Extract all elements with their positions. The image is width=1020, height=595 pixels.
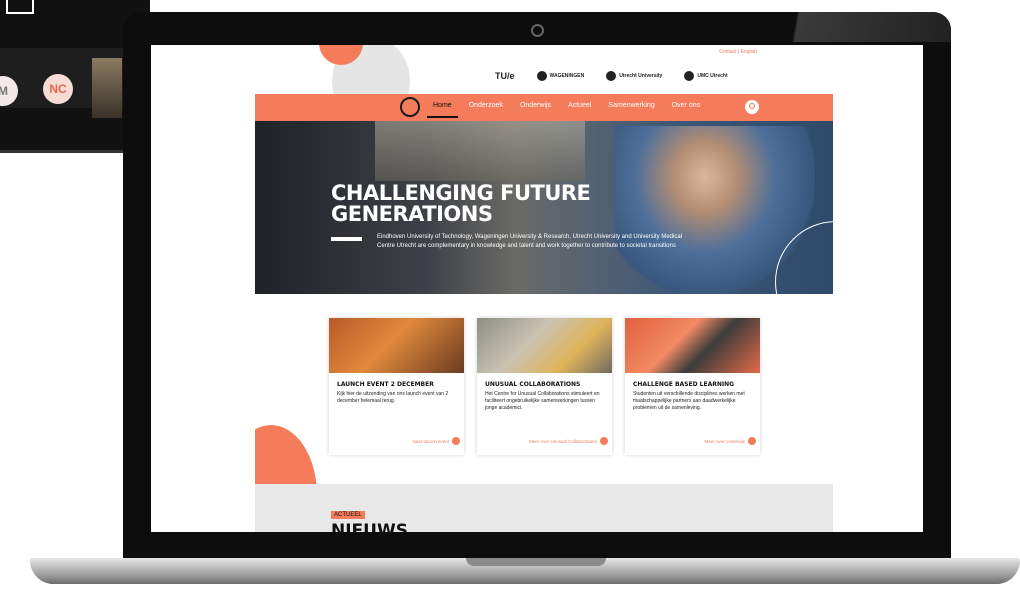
- card-title: LAUNCH EVENT 2 DECEMBER: [337, 381, 434, 388]
- site-logo-icon[interactable]: [400, 97, 420, 117]
- card-title: UNUSUAL COLLABORATIONS: [485, 381, 581, 388]
- card-link[interactable]: Meer over Unusual Collaborations: [529, 437, 608, 445]
- participant-video-thumbnail: [92, 58, 122, 118]
- card-text: Het Centre for Unusual Collaborations st…: [485, 391, 600, 411]
- utrecht-logo[interactable]: Utrecht University: [606, 71, 662, 81]
- nav-item-over-ons[interactable]: Over ons: [672, 102, 700, 109]
- partner-logos: TU/e WAGENINGEN Utrecht University UMC U…: [495, 71, 728, 81]
- laptop-hinge-notch: [466, 558, 606, 566]
- arrow-right-icon: [600, 437, 608, 445]
- laptop-screen: Contact | English TU/e WAGENINGEN Utrech…: [151, 45, 923, 532]
- card-challenge-based-learning[interactable]: CHALLENGE BASED LEARNING Studenten uit v…: [625, 318, 760, 455]
- main-navigation: Home Onderzoek Onderwijs Actueel Samenwe…: [427, 102, 700, 118]
- umc-logo[interactable]: UMC Utrecht: [684, 71, 728, 81]
- seal-icon: [606, 71, 617, 81]
- video-tile-frame: [6, 0, 34, 14]
- card-link[interactable]: Naar launch event: [412, 437, 460, 445]
- arrow-right-icon: [452, 437, 460, 445]
- hero-banner: CHALLENGING FUTURE GENERATIONS Eindhoven …: [255, 121, 833, 294]
- card-unusual-collaborations[interactable]: UNUSUAL COLLABORATIONS Het Centre for Un…: [477, 318, 612, 455]
- wageningen-logo[interactable]: WAGENINGEN: [536, 71, 584, 81]
- seal-icon: [536, 71, 547, 81]
- feature-cards: LAUNCH EVENT 2 DECEMBER Kijk hier de uit…: [329, 318, 760, 455]
- card-text: Kijk hier de uitzending van ons launch e…: [337, 391, 449, 404]
- search-icon[interactable]: [745, 100, 759, 114]
- nav-item-onderwijs[interactable]: Onderwijs: [520, 102, 551, 109]
- card-image: [329, 318, 464, 373]
- hero-description: Eindhoven University of Technology, Wage…: [377, 234, 683, 249]
- card-title: CHALLENGE BASED LEARNING: [633, 381, 735, 388]
- top-links[interactable]: Contact | English: [719, 49, 757, 55]
- website: Contact | English TU/e WAGENINGEN Utrech…: [255, 45, 833, 532]
- card-launch-event[interactable]: LAUNCH EVENT 2 DECEMBER Kijk hier de uit…: [329, 318, 464, 455]
- hero-photo-background: [375, 121, 585, 181]
- news-tag[interactable]: ACTUEEL: [331, 511, 365, 519]
- participant-avatar: NC: [43, 74, 73, 104]
- card-text: Studenten uit verschillende disciplines …: [633, 391, 745, 411]
- card-image: [477, 318, 612, 373]
- nav-item-onderzoek[interactable]: Onderzoek: [469, 102, 503, 109]
- card-link[interactable]: Meer over onderwijs: [704, 437, 756, 445]
- seal-icon: [684, 71, 695, 81]
- news-heading: NIEUWS: [331, 521, 408, 532]
- webcam: [531, 24, 544, 37]
- nav-item-samenwerking[interactable]: Samenwerking: [608, 102, 654, 109]
- nav-item-actueel[interactable]: Actueel: [568, 102, 591, 109]
- tue-logo[interactable]: TU/e: [495, 71, 515, 81]
- laptop-lid: Contact | English TU/e WAGENINGEN Utrech…: [123, 12, 951, 560]
- hero-accent-bar: [331, 237, 362, 241]
- card-image: [625, 318, 760, 373]
- nav-item-home[interactable]: Home: [427, 102, 458, 118]
- lid-reflection: [691, 12, 951, 42]
- arrow-right-icon: [748, 437, 756, 445]
- hero-title: CHALLENGING FUTURE GENERATIONS: [331, 181, 591, 226]
